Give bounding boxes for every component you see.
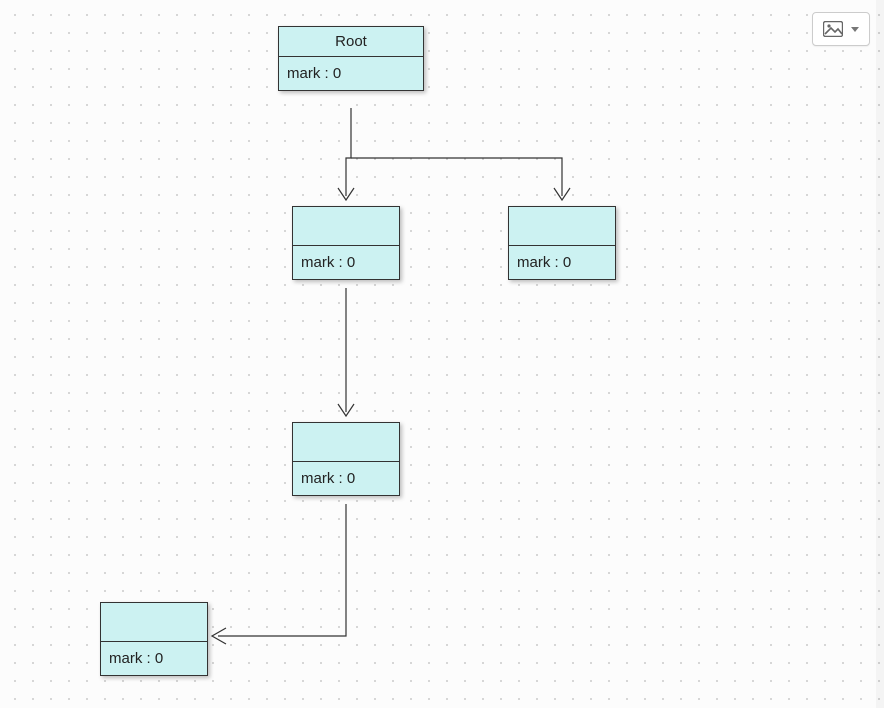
node-left1-mark: mark : 0 [293,246,399,279]
scrollbar[interactable] [876,0,884,708]
toolbar [812,12,870,46]
node-root[interactable]: Root mark : 0 [278,26,424,91]
node-left2-title [293,423,399,462]
node-right1[interactable]: mark : 0 [508,206,616,280]
node-left2-mark: mark : 0 [293,462,399,495]
node-left1[interactable]: mark : 0 [292,206,400,280]
node-root-mark: mark : 0 [279,57,423,90]
node-leaf-mark: mark : 0 [101,642,207,675]
node-right1-mark: mark : 0 [509,246,615,279]
chevron-down-icon [851,27,859,32]
node-root-title: Root [279,27,423,57]
node-leaf[interactable]: mark : 0 [100,602,208,676]
node-left1-title [293,207,399,246]
node-right1-title [509,207,615,246]
node-left2[interactable]: mark : 0 [292,422,400,496]
node-leaf-title [101,603,207,642]
export-image-button[interactable] [812,12,870,46]
image-icon [823,21,843,37]
